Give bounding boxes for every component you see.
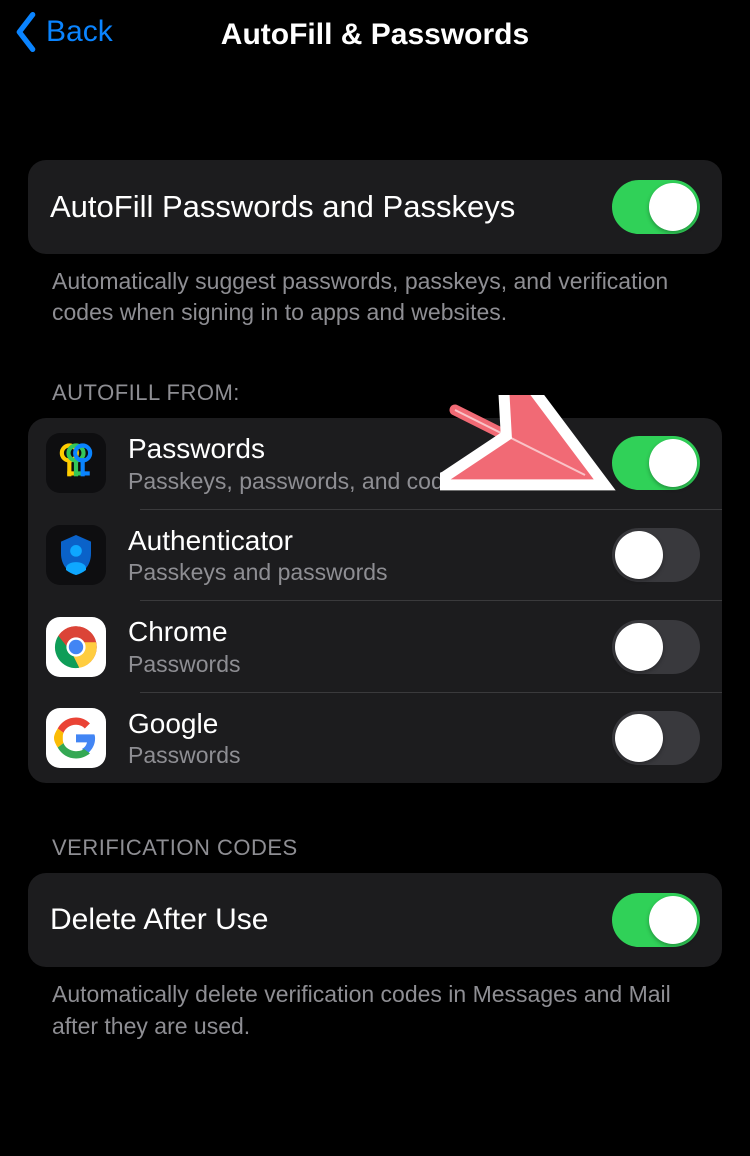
back-label: Back (46, 15, 113, 49)
delete-after-use-toggle[interactable] (612, 893, 700, 947)
autofill-master-label: AutoFill Passwords and Passkeys (50, 189, 612, 225)
autofill-source-toggle-chrome[interactable] (612, 620, 700, 674)
autofill-source-toggle-google[interactable] (612, 711, 700, 765)
autofill-master-footer: Automatically suggest passwords, passkey… (28, 254, 722, 328)
autofill-from-group: Passwords Passkeys, passwords, and codes… (28, 418, 722, 783)
autofill-source-toggle-authenticator[interactable] (612, 528, 700, 582)
source-title: Passwords (128, 432, 612, 466)
delete-after-use-label: Delete After Use (50, 903, 612, 937)
autofill-master-group: AutoFill Passwords and Passkeys (28, 160, 722, 254)
delete-after-use-row[interactable]: Delete After Use (28, 873, 722, 967)
source-title: Google (128, 707, 612, 741)
verification-codes-footer: Automatically delete verification codes … (28, 967, 722, 1041)
autofill-source-row-authenticator[interactable]: Authenticator Passkeys and passwords (28, 510, 722, 601)
autofill-source-row-chrome[interactable]: Chrome Passwords (28, 601, 722, 692)
verification-codes-group: Delete After Use (28, 873, 722, 967)
autofill-source-row-google[interactable]: Google Passwords (28, 693, 722, 784)
autofill-source-row-passwords[interactable]: Passwords Passkeys, passwords, and codes (28, 418, 722, 509)
verification-codes-header: VERIFICATION CODES (28, 835, 722, 861)
back-button[interactable]: Back (14, 12, 113, 52)
source-subtitle: Passwords (128, 651, 612, 678)
chevron-left-icon (14, 12, 38, 52)
autofill-source-toggle-passwords[interactable] (612, 436, 700, 490)
source-title: Authenticator (128, 524, 612, 558)
autofill-from-header: AUTOFILL FROM: (28, 380, 722, 406)
autofill-master-toggle[interactable] (612, 180, 700, 234)
autofill-master-row[interactable]: AutoFill Passwords and Passkeys (28, 160, 722, 254)
nav-bar: Back AutoFill & Passwords (0, 0, 750, 70)
source-subtitle: Passkeys and passwords (128, 559, 612, 586)
source-subtitle: Passkeys, passwords, and codes (128, 468, 612, 495)
authenticator-app-icon (46, 525, 106, 585)
source-subtitle: Passwords (128, 742, 612, 769)
source-title: Chrome (128, 615, 612, 649)
chrome-app-icon (46, 617, 106, 677)
google-app-icon (46, 708, 106, 768)
passwords-app-icon (46, 433, 106, 493)
